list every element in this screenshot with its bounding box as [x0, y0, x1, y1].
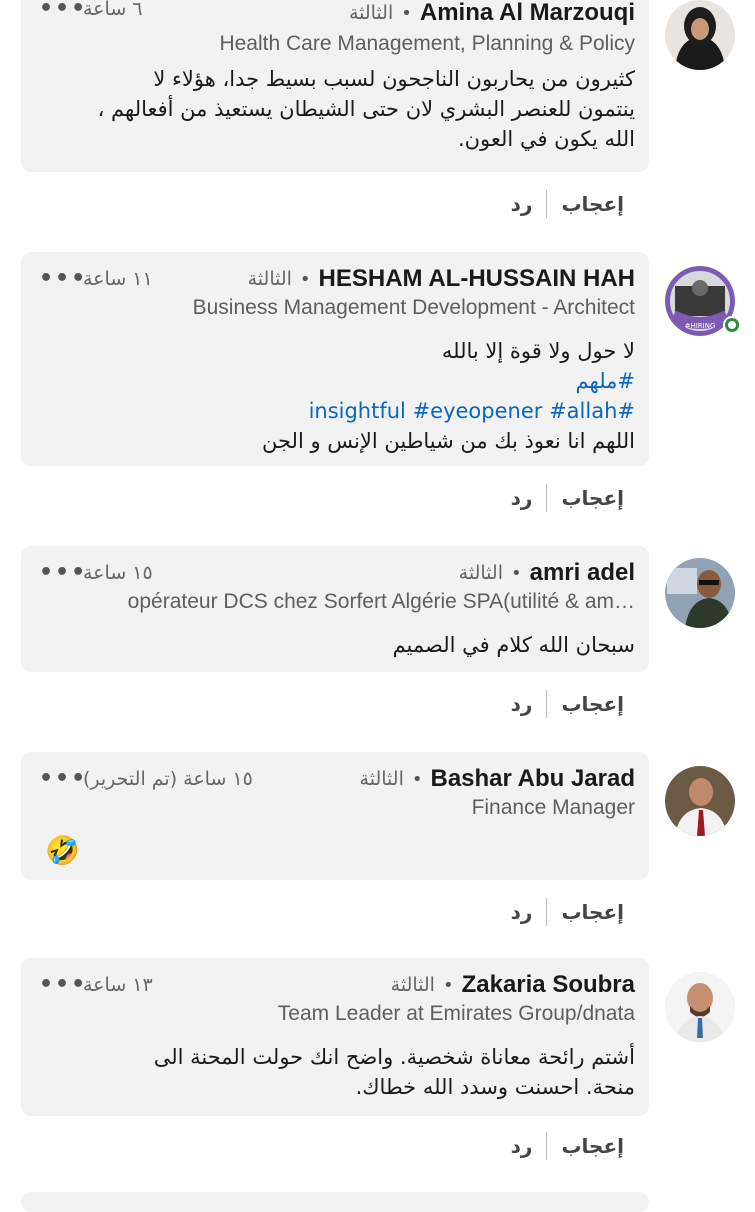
comment-line: اللهم انا نعوذ بك من شياطين الإنس و الجن — [262, 429, 635, 453]
hashtag-link[interactable]: #ملهم — [35, 366, 635, 396]
comment-line: لا حول ولا قوة إلا بالله — [441, 339, 635, 363]
more-horizontal-icon[interactable]: ••• — [39, 0, 87, 21]
comment-time: ١١ ساعة — [83, 268, 153, 290]
separator-dot: • — [510, 562, 522, 584]
like-button[interactable]: إعجاب — [547, 900, 638, 924]
comment-line: أشتم رائحة معاناة شخصية. واضح انك حولت ا… — [153, 1045, 635, 1069]
comment-line: منحة. احسنت وسدد الله خطاك. — [355, 1075, 635, 1099]
comment-text: سبحان الله كلام في الصميم — [35, 630, 635, 660]
separator-dot: • — [401, 2, 412, 24]
like-button[interactable]: إعجاب — [547, 486, 638, 510]
like-button[interactable]: إعجاب — [547, 192, 638, 216]
divider — [546, 190, 548, 218]
comment-line: سبحان الله كلام في الصميم — [392, 633, 635, 657]
avatar[interactable] — [665, 558, 735, 628]
author-name[interactable]: amri adel — [530, 559, 635, 587]
reply-button[interactable]: رد — [497, 692, 547, 716]
comment-bubble: Amina Al Marzouqi • الثالثة ٦ ساعة ••• H… — [21, 0, 649, 172]
author-headline: Team Leader at Emirates Group/dnata — [277, 1002, 635, 1025]
comment-bubble: amri adel • الثالثة ١٥ ساعة ••• opérateu… — [21, 546, 649, 672]
more-horizontal-icon[interactable]: ••• — [39, 266, 87, 291]
divider — [546, 690, 548, 718]
avatar[interactable] — [665, 0, 735, 70]
comment-bubble: Bashar Abu Jarad • الثالثة ١٥ ساعة (تم ا… — [21, 752, 649, 880]
comment-line: ينتمون للعنصر البشري لان حتى الشيطان يست… — [97, 97, 635, 121]
author-name[interactable]: Bashar Abu Jarad — [430, 765, 635, 793]
more-horizontal-icon[interactable]: ••• — [39, 972, 87, 997]
comment-time: ١٣ ساعة — [83, 974, 153, 996]
author-headline: Business Management Development - Archit… — [192, 296, 635, 319]
divider — [546, 898, 548, 926]
divider — [546, 1132, 548, 1160]
separator-dot: • — [442, 974, 454, 996]
reply-button[interactable]: رد — [497, 486, 547, 510]
comment-actions: إعجاب رد — [497, 1132, 638, 1160]
comment-actions: إعجاب رد — [497, 690, 638, 718]
author-name[interactable]: HESHAM AL-HUSSAIN HAH — [319, 265, 635, 293]
comment-actions: إعجاب رد — [497, 898, 638, 926]
laughing-emoji-icon: 🤣 — [45, 834, 80, 867]
online-status-dot — [723, 316, 741, 334]
author-headline: Health Care Management, Planning & Polic… — [219, 32, 635, 55]
reply-button[interactable]: رد — [497, 192, 547, 216]
more-horizontal-icon[interactable]: ••• — [39, 766, 87, 791]
comment-time: ٦ ساعة — [83, 0, 143, 20]
comment-actions: إعجاب رد — [497, 484, 638, 512]
like-button[interactable]: إعجاب — [547, 1134, 638, 1158]
author-name[interactable]: Amina Al Marzouqi — [420, 0, 635, 27]
reply-button[interactable]: رد — [497, 900, 547, 924]
comment-text: كثيرون من يحاربون الناجحون لسبب بسيط جدا… — [35, 64, 635, 154]
author-headline: Finance Manager — [471, 796, 635, 819]
separator-dot: • — [411, 768, 423, 790]
reply-button[interactable]: رد — [497, 1134, 547, 1158]
comment-actions: إعجاب رد — [497, 190, 638, 218]
comment-text: أشتم رائحة معاناة شخصية. واضح انك حولت ا… — [35, 1042, 635, 1102]
hashtag-link[interactable]: #insightful #eyeopener #allah — [35, 396, 635, 426]
degree-label: الثالثة — [359, 768, 404, 790]
avatar[interactable] — [665, 766, 735, 836]
comment-time: ١٥ ساعة (تم التحرير) — [83, 768, 253, 790]
separator-dot: • — [299, 268, 311, 290]
comment-bubble-next — [21, 1192, 649, 1212]
divider — [546, 484, 548, 512]
comment-text: لا حول ولا قوة إلا بالله #ملهم #insightf… — [35, 336, 635, 456]
degree-label: الثالثة — [247, 268, 292, 290]
degree-label: الثالثة — [348, 2, 394, 24]
comment-bubble: Zakaria Soubra • الثالثة ١٣ ساعة ••• Tea… — [21, 958, 649, 1116]
avatar[interactable] — [665, 972, 735, 1042]
comment-time: ١٥ ساعة — [83, 562, 153, 584]
degree-label: الثالثة — [390, 974, 435, 996]
degree-label: الثالثة — [458, 562, 503, 584]
author-headline: opérateur DCS chez Sorfert Algérie SPA(u… — [127, 590, 635, 613]
comment-bubble: HESHAM AL-HUSSAIN HAH • الثالثة ١١ ساعة … — [21, 252, 649, 466]
comment-line: الله يكون في العون. — [457, 127, 635, 151]
more-horizontal-icon[interactable]: ••• — [39, 560, 87, 585]
author-name[interactable]: Zakaria Soubra — [462, 971, 635, 999]
comment-line: كثيرون من يحاربون الناجحون لسبب بسيط جدا… — [153, 67, 635, 91]
like-button[interactable]: إعجاب — [547, 692, 638, 716]
